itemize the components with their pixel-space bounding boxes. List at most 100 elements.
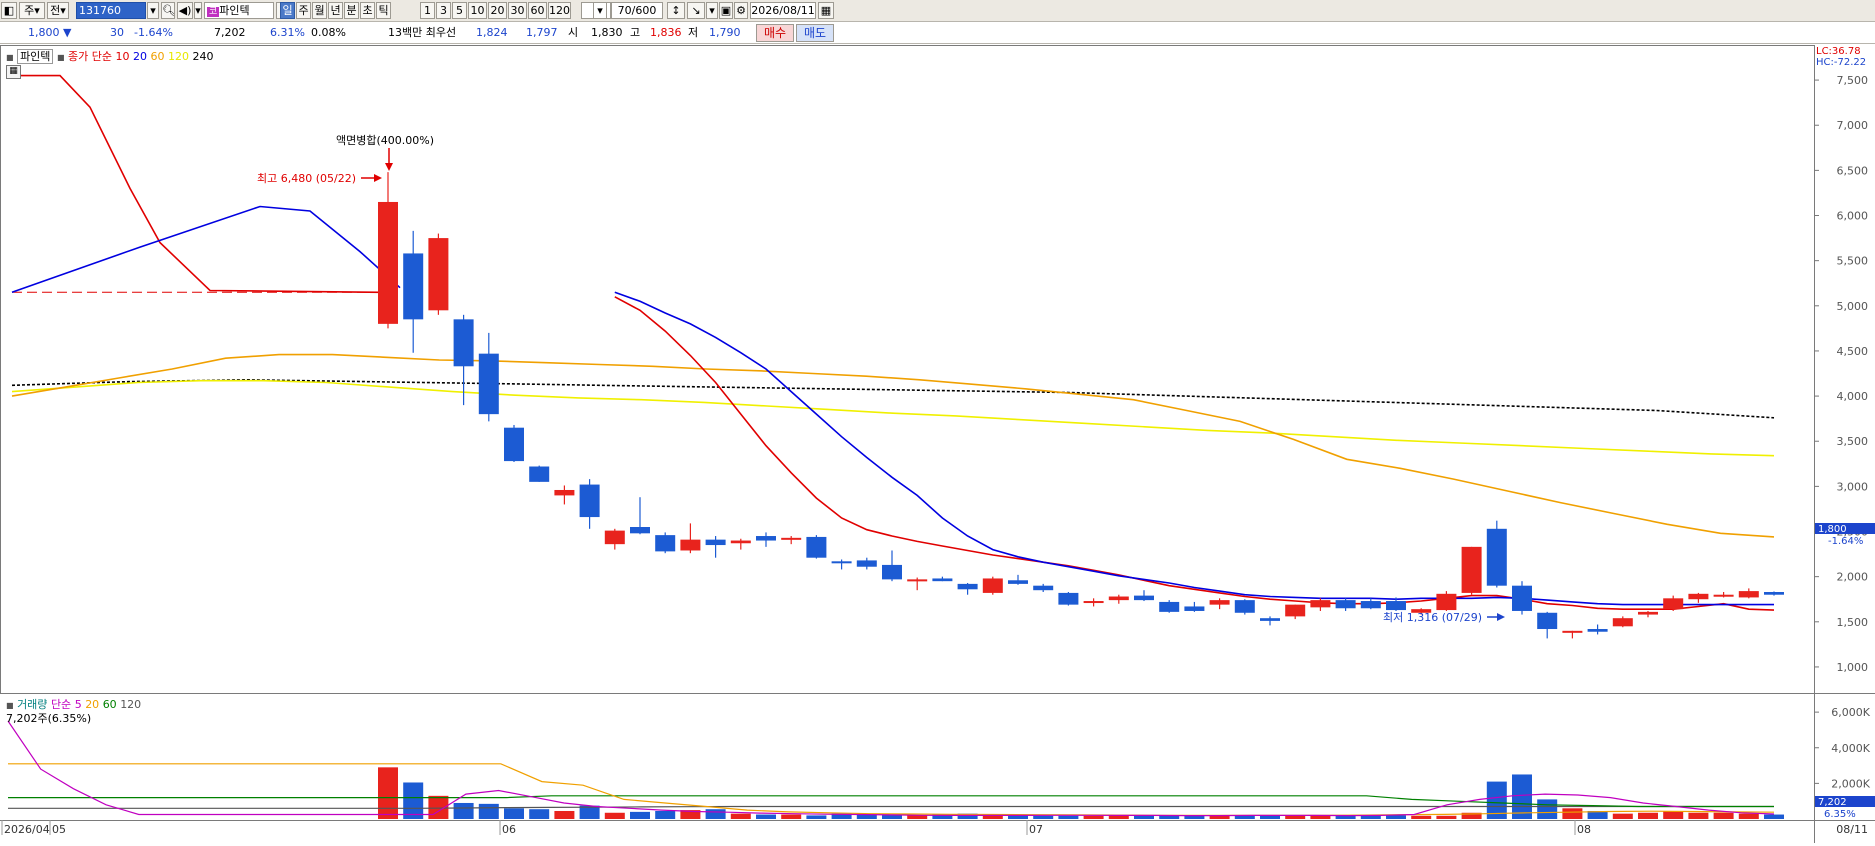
volume-bar[interactable] [1083,815,1104,819]
volume-bar[interactable] [1209,815,1230,819]
volume-bar[interactable] [1688,812,1709,819]
volume-bar[interactable] [1058,815,1079,819]
volume-bar[interactable] [554,810,575,819]
candle-body[interactable] [856,560,877,567]
volume-bar[interactable] [1612,813,1633,819]
candle-body[interactable] [1209,600,1230,605]
volume-bar[interactable] [1386,815,1406,819]
volume-legend-ma60[interactable]: 60 [103,698,117,711]
candle-body[interactable] [1688,593,1709,600]
minute-custom-dropdown-icon[interactable]: ▾ [593,2,607,19]
count-input[interactable]: 70/600 [611,2,663,19]
volume-legend-ma120[interactable]: 120 [120,698,141,711]
stock-name-field[interactable]: 코 파인텍 [204,2,274,19]
candle-body[interactable] [806,536,827,558]
candle-body[interactable] [1537,612,1558,630]
speaker-icon[interactable]: ◀) [177,2,193,19]
grid-toggle-icon[interactable]: ▦ [6,65,21,79]
volume-bar[interactable] [403,782,424,819]
candle-body[interactable] [554,489,575,496]
volume-bar[interactable] [705,809,726,819]
chart-type-icon[interactable]: ◧ [1,2,17,19]
candle-body[interactable] [1764,592,1784,595]
settings-icon[interactable]: ⚙ [734,2,748,19]
candle-body[interactable] [529,466,550,482]
candle-body[interactable] [1058,592,1079,605]
volume-bar[interactable] [806,815,827,819]
volume-bar[interactable] [504,808,524,819]
candle-body[interactable] [1587,629,1608,632]
zoom-icon[interactable]: ↕ [667,2,685,19]
period-tab-0[interactable]: 일 [280,2,295,19]
candle-body[interactable] [831,561,852,564]
candle-body[interactable] [378,201,398,324]
volume-bar[interactable] [1663,811,1684,819]
legend-ma240[interactable]: 240 [192,50,213,63]
volume-bar[interactable] [604,812,625,819]
trendline-dropdown-icon[interactable]: ▾ [706,2,718,19]
period-tab-2[interactable]: 월 [312,2,327,19]
candle-body[interactable] [1360,601,1381,609]
candle-body[interactable] [630,527,650,534]
candle-body[interactable] [1638,611,1658,615]
period-tab-3[interactable]: 년 [328,2,343,19]
sell-button[interactable]: 매도 [796,24,834,42]
legend-ma120[interactable]: 120 [168,50,189,63]
candle-body[interactable] [655,535,676,552]
legend-ma-title[interactable]: 종가 단순 [68,50,112,63]
minute-button-20[interactable]: 20 [488,2,507,19]
candle-body[interactable] [1134,595,1154,601]
candle-body[interactable] [957,583,978,590]
candle-body[interactable] [403,253,424,320]
candle-body[interactable] [1562,630,1583,633]
volume-bar[interactable] [378,767,398,819]
code-input[interactable]: 131760 [76,2,146,19]
legend-stock-name[interactable]: 파인텍 [17,49,54,64]
volume-bar[interactable] [1411,815,1432,819]
candle-body[interactable] [1108,596,1129,601]
candle-body[interactable] [604,530,625,545]
candle-body[interactable] [478,353,499,415]
candle-body[interactable] [1184,606,1205,611]
candle-body[interactable] [882,564,902,580]
candle-body[interactable] [1285,604,1306,617]
volume-bar[interactable] [1713,812,1734,819]
volume-bar[interactable] [1764,814,1784,819]
candle-body[interactable] [932,578,953,582]
candle-body[interactable] [1612,618,1633,627]
scope-select[interactable]: 전▾ [47,2,69,19]
candle-body[interactable] [1461,546,1482,593]
period-tab-5[interactable]: 초 [360,2,375,19]
candle-body[interactable] [982,578,1003,593]
minute-button-30[interactable]: 30 [508,2,527,19]
candle-body[interactable] [756,536,776,541]
volume-bar[interactable] [453,802,474,819]
candle-body[interactable] [453,319,474,367]
minute-button-60[interactable]: 60 [528,2,547,19]
candle-body[interactable] [680,539,701,551]
candle-body[interactable] [730,540,751,544]
save-icon[interactable]: ▣ [719,2,733,19]
minute-button-10[interactable]: 10 [468,2,487,19]
calendar-icon[interactable]: ▦ [818,2,834,19]
candle-body[interactable] [1486,528,1507,586]
trendline-icon[interactable]: ↘ [687,2,705,19]
candle-body[interactable] [1260,618,1280,621]
candle-body[interactable] [1738,591,1759,598]
candle-body[interactable] [1083,601,1104,604]
volume-bar[interactable] [655,810,676,819]
market-type-select[interactable]: 주▾ [19,2,45,19]
volume-bar[interactable] [529,809,550,819]
legend-ma10[interactable]: 10 [115,50,129,63]
speaker-dropdown-icon[interactable]: ▾ [194,2,202,19]
candle-body[interactable] [1512,585,1532,611]
buy-button[interactable]: 매수 [756,24,794,42]
candle-body[interactable] [1310,600,1331,608]
candle-body[interactable] [907,579,928,582]
volume-bar[interactable] [1562,808,1583,819]
volume-bar[interactable] [907,815,928,819]
candle-body[interactable] [579,484,600,518]
legend-ma20[interactable]: 20 [133,50,147,63]
volume-bar[interactable] [630,811,650,819]
date-input[interactable]: 2026/08/11 [750,2,816,19]
